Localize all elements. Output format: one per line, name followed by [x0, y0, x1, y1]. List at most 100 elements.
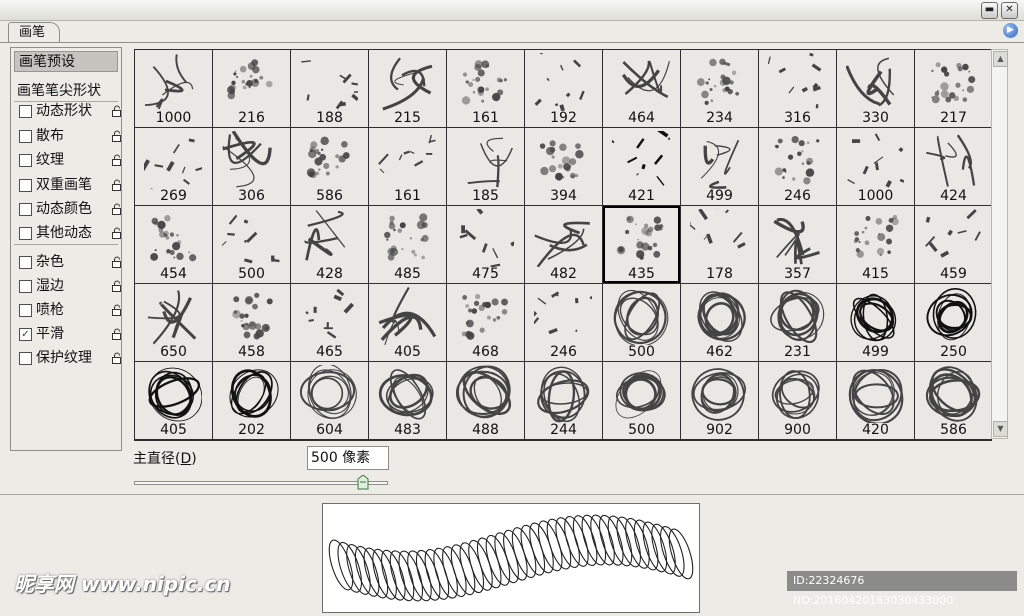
panel-menu-icon[interactable]: ▶: [1003, 23, 1018, 38]
brush-preset-cell[interactable]: 185: [447, 128, 524, 205]
brush-option-5[interactable]: 其他动态: [19, 222, 119, 244]
brush-preset-cell[interactable]: 488: [447, 362, 524, 439]
grid-scrollbar[interactable]: ▲ ▼: [991, 49, 1008, 439]
lock-icon[interactable]: [111, 179, 123, 191]
option-checkbox[interactable]: [19, 130, 32, 143]
lock-icon[interactable]: [111, 304, 123, 316]
brush-option-3[interactable]: 双重画笔: [19, 174, 119, 196]
brush-option-8[interactable]: 喷枪: [19, 299, 119, 321]
option-checkbox[interactable]: [19, 179, 32, 192]
option-checkbox[interactable]: [19, 256, 32, 269]
lock-icon[interactable]: [111, 352, 123, 364]
scroll-down-button[interactable]: ▼: [993, 421, 1008, 437]
brush-preset-cell[interactable]: 217: [915, 50, 992, 127]
brush-preset-cell[interactable]: 458: [213, 284, 290, 361]
brush-preset-cell[interactable]: 465: [291, 284, 368, 361]
brush-preset-cell[interactable]: 435: [603, 206, 680, 283]
option-checkbox[interactable]: [19, 280, 32, 293]
brush-preset-cell[interactable]: 316: [759, 50, 836, 127]
brush-preset-cell[interactable]: 483: [369, 362, 446, 439]
brush-preset-cell[interactable]: 454: [135, 206, 212, 283]
brush-preset-cell[interactable]: 394: [525, 128, 602, 205]
option-checkbox[interactable]: [19, 227, 32, 240]
brush-preset-cell[interactable]: 405: [135, 362, 212, 439]
brush-option-6[interactable]: 杂色: [19, 251, 119, 273]
master-diameter-input[interactable]: 500 像素: [307, 446, 389, 470]
close-button[interactable]: ✕: [1001, 2, 1018, 19]
lock-icon[interactable]: [111, 328, 123, 340]
diameter-slider[interactable]: [134, 481, 388, 485]
brush-preset-cell[interactable]: 586: [291, 128, 368, 205]
brush-preset-cell[interactable]: 900: [759, 362, 836, 439]
brush-preset-cell[interactable]: 306: [213, 128, 290, 205]
brush-preset-cell[interactable]: 468: [447, 284, 524, 361]
brush-preset-cell[interactable]: 424: [915, 128, 992, 205]
brush-preset-cell[interactable]: 244: [525, 362, 602, 439]
brush-preset-cell[interactable]: 428: [291, 206, 368, 283]
brush-preset-cell[interactable]: 246: [759, 128, 836, 205]
brush-preset-cell[interactable]: 405: [369, 284, 446, 361]
brush-preset-cell[interactable]: 161: [369, 128, 446, 205]
brush-preset-cell[interactable]: 586: [915, 362, 992, 439]
brush-preset-cell[interactable]: 215: [369, 50, 446, 127]
brush-preset-cell[interactable]: 485: [369, 206, 446, 283]
brush-preset-cell[interactable]: 462: [681, 284, 758, 361]
brush-preset-cell[interactable]: 216: [213, 50, 290, 127]
brush-preset-cell[interactable]: 500: [603, 362, 680, 439]
brush-preset-cell[interactable]: 246: [525, 284, 602, 361]
brush-option-9[interactable]: ✓平滑: [19, 323, 119, 345]
option-checkbox[interactable]: ✓: [19, 328, 32, 341]
brush-preset-cell[interactable]: 188: [291, 50, 368, 127]
lock-icon[interactable]: [111, 227, 123, 239]
brush-preset-cell[interactable]: 650: [135, 284, 212, 361]
brush-preset-cell[interactable]: 902: [681, 362, 758, 439]
brush-preset-cell[interactable]: 500: [603, 284, 680, 361]
brush-preset-cell[interactable]: 499: [837, 284, 914, 361]
brush-preset-cell[interactable]: 357: [759, 206, 836, 283]
brush-option-0[interactable]: 动态形状: [19, 100, 119, 122]
brush-preset-cell[interactable]: 421: [603, 128, 680, 205]
brush-preset-cell[interactable]: 231: [759, 284, 836, 361]
scroll-up-button[interactable]: ▲: [993, 51, 1008, 67]
brush-preset-cell[interactable]: 202: [213, 362, 290, 439]
brush-preset-cell[interactable]: 161: [447, 50, 524, 127]
brush-preset-cell[interactable]: 464: [603, 50, 680, 127]
brush-preset-cell[interactable]: 250: [915, 284, 992, 361]
brush-preset-cell[interactable]: 330: [837, 50, 914, 127]
brush-presets-item[interactable]: 画笔预设: [14, 51, 118, 72]
option-checkbox[interactable]: [19, 304, 32, 317]
brush-option-1[interactable]: 散布: [19, 125, 119, 147]
brush-preset-cell[interactable]: 269: [135, 128, 212, 205]
option-checkbox[interactable]: [19, 154, 32, 167]
lock-icon[interactable]: [111, 203, 123, 215]
brush-preset-cell[interactable]: 459: [915, 206, 992, 283]
lock-icon[interactable]: [111, 105, 123, 117]
lock-icon[interactable]: [111, 256, 123, 268]
brush-preset-cell[interactable]: 192: [525, 50, 602, 127]
brush-preset-cell[interactable]: 234: [681, 50, 758, 127]
diameter-slider-thumb-icon[interactable]: [357, 475, 369, 490]
brush-preset-cell[interactable]: 1000: [135, 50, 212, 127]
brush-option-7[interactable]: 湿边: [19, 275, 119, 297]
brush-tip-shape-item[interactable]: 画笔笔尖形状: [17, 80, 101, 100]
brush-preset-cell[interactable]: 415: [837, 206, 914, 283]
option-checkbox[interactable]: [19, 352, 32, 365]
option-checkbox[interactable]: [19, 203, 32, 216]
brush-preset-cell[interactable]: 500: [213, 206, 290, 283]
brush-preset-cell[interactable]: 1000: [837, 128, 914, 205]
lock-icon[interactable]: [111, 154, 123, 166]
brush-preset-cell[interactable]: 499: [681, 128, 758, 205]
lock-icon[interactable]: [111, 130, 123, 142]
tab-brushes[interactable]: 画笔: [8, 22, 60, 42]
brush-option-2[interactable]: 纹理: [19, 149, 119, 171]
lock-icon[interactable]: [111, 280, 123, 292]
brush-preset-cell[interactable]: 475: [447, 206, 524, 283]
brush-preset-cell[interactable]: 178: [681, 206, 758, 283]
brush-option-4[interactable]: 动态颜色: [19, 198, 119, 220]
brush-option-10[interactable]: 保护纹理: [19, 347, 119, 369]
option-checkbox[interactable]: [19, 105, 32, 118]
minimize-button[interactable]: ▬: [981, 2, 998, 19]
brush-preset-cell[interactable]: 420: [837, 362, 914, 439]
brush-preset-cell[interactable]: 604: [291, 362, 368, 439]
brush-preset-cell[interactable]: 482: [525, 206, 602, 283]
